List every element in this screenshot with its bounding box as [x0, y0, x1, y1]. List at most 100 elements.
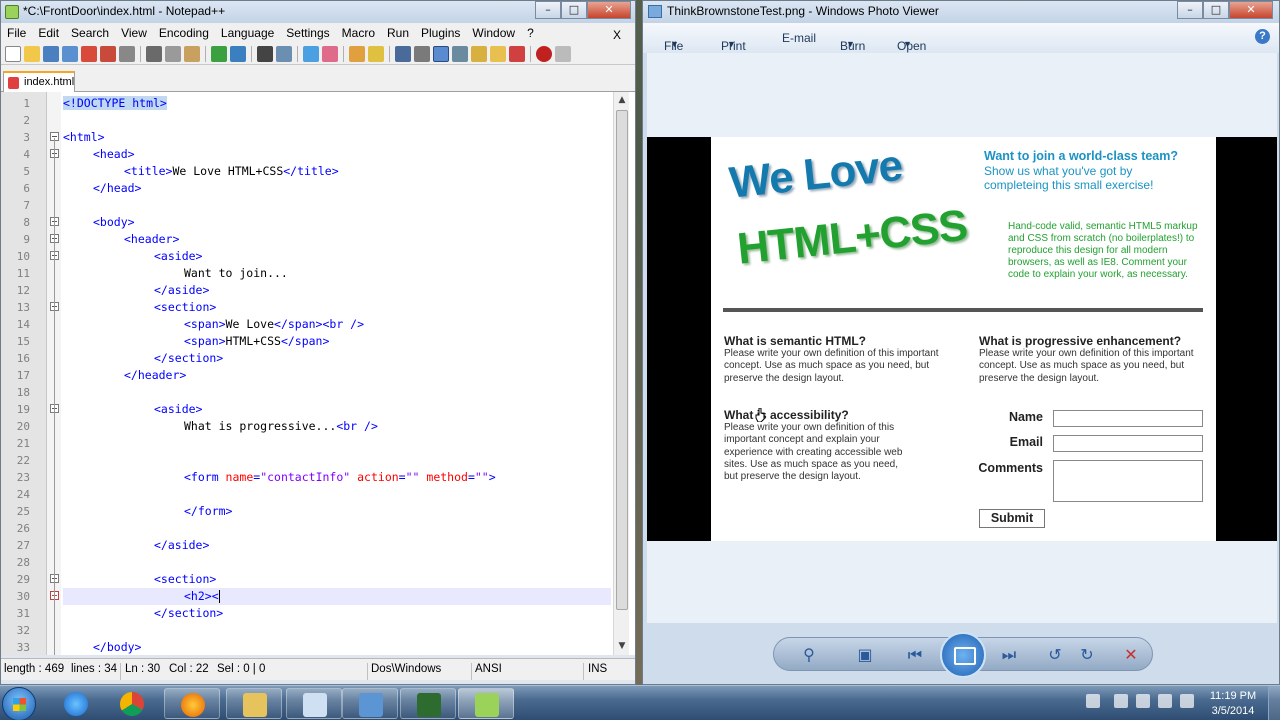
indent-guide-icon[interactable] [433, 45, 449, 62]
sync-vertical-icon[interactable] [349, 45, 365, 62]
taskbar-photo-viewer[interactable] [342, 688, 398, 719]
macro-record-icon[interactable] [509, 45, 525, 62]
tab-index-html[interactable]: index.html [3, 71, 75, 92]
scroll-up-arrow-icon[interactable]: ▲ [617, 95, 627, 105]
taskbar-explorer[interactable] [226, 688, 282, 719]
close-button[interactable]: ✕ [1229, 1, 1273, 19]
taskbar-chrome[interactable] [104, 688, 160, 719]
actual-size-icon[interactable]: ▣ [854, 645, 876, 665]
close-document-button[interactable]: X [607, 25, 627, 43]
function-list-icon[interactable] [471, 45, 487, 62]
folder-workspace-icon[interactable] [490, 45, 506, 62]
menu-edit[interactable]: Edit [32, 23, 65, 43]
cut-icon[interactable] [146, 45, 162, 62]
save-icon[interactable] [43, 45, 59, 62]
help-icon[interactable]: ? [1255, 29, 1270, 44]
menu-macro[interactable]: Macro [336, 23, 381, 43]
minimize-button[interactable]: – [535, 1, 561, 19]
delete-icon[interactable]: ✕ [1120, 645, 1142, 665]
copy-icon[interactable] [165, 45, 181, 62]
line-number: 19 [16, 403, 30, 416]
show-all-chars-icon[interactable] [414, 45, 430, 62]
start-button[interactable] [2, 687, 36, 720]
tray-signal-icon[interactable] [1180, 694, 1194, 708]
line-number: 5 [23, 165, 30, 178]
close-file-icon[interactable] [81, 45, 97, 62]
rotate-clockwise-icon[interactable]: ↻ [1076, 645, 1098, 665]
menu-view[interactable]: View [115, 23, 153, 43]
system-clock[interactable]: 11:19 PM 3/5/2014 [1206, 689, 1260, 719]
vertical-scrollbar[interactable]: ▲ ▼ [613, 92, 629, 655]
tray-battery-icon[interactable] [1158, 694, 1172, 708]
line-number: 2 [23, 114, 30, 127]
code-line-23: <form name="contactInfo" action="" metho… [184, 470, 496, 484]
title-bar[interactable]: *C:\FrontDoor\index.html - Notepad++ – □… [1, 1, 635, 23]
image-viewport[interactable]: We Love HTML+CSS Want to join a world-cl… [647, 53, 1277, 623]
close-all-icon[interactable] [100, 45, 116, 62]
sync-horizontal-icon[interactable] [368, 45, 384, 62]
save-all-icon[interactable] [62, 45, 78, 62]
menu-run[interactable]: Run [381, 23, 415, 43]
scroll-thumb[interactable] [616, 110, 628, 610]
stop-icon[interactable] [555, 45, 571, 62]
tray-network-icon[interactable] [1086, 694, 1100, 708]
code-line-15: <span>HTML+CSS</span> [184, 334, 330, 348]
show-desktop-button[interactable] [1268, 686, 1280, 720]
accessibility-heading: What is accessibility? [724, 408, 849, 422]
print-icon[interactable] [119, 45, 135, 62]
zoom-icon[interactable]: ⚲ [798, 645, 820, 665]
previous-icon[interactable]: ⏮ [904, 645, 926, 665]
find-icon[interactable] [257, 45, 273, 62]
menu-settings[interactable]: Settings [280, 23, 335, 43]
language-icon[interactable] [452, 45, 468, 62]
menu-help[interactable]: ? [521, 23, 540, 43]
menu-encoding[interactable]: Encoding [153, 23, 215, 43]
replace-icon[interactable] [276, 45, 292, 62]
menu-window[interactable]: Window [466, 23, 521, 43]
taskbar-app-window[interactable] [286, 688, 342, 719]
we-love-heading: We Love [727, 140, 905, 208]
menu-language[interactable]: Language [215, 23, 280, 43]
zoom-in-icon[interactable] [303, 45, 319, 62]
menu-search[interactable]: Search [65, 23, 115, 43]
tray-flag-icon[interactable] [1136, 694, 1150, 708]
menu-email[interactable]: E-mail [782, 31, 816, 45]
code-line-10: <aside> [154, 249, 203, 263]
record-icon[interactable] [536, 45, 552, 62]
line-number: 8 [23, 216, 30, 229]
line-number: 27 [16, 539, 30, 552]
minimize-button[interactable]: – [1177, 1, 1203, 19]
code-line-16: </section> [154, 351, 224, 365]
next-icon[interactable]: ⏭ [998, 645, 1020, 665]
new-file-icon[interactable] [5, 45, 21, 62]
code-area[interactable]: <!DOCTYPE html> <html> <head> <title>We … [63, 92, 611, 655]
code-editor[interactable]: 1 2 3 4 5 6 7 8 9 10 11 12 13 14 15 16 17 18 19 20 21 22 23 24 2… [1, 92, 635, 655]
html-css-heading: HTML+CSS [735, 200, 970, 274]
line-number: 17 [16, 369, 30, 382]
menu-plugins[interactable]: Plugins [415, 23, 466, 43]
rotate-counterclockwise-icon[interactable]: ↺ [1044, 645, 1066, 665]
undo-icon[interactable] [211, 45, 227, 62]
scroll-down-arrow-icon[interactable]: ▼ [617, 641, 627, 651]
maximize-button[interactable]: □ [561, 1, 587, 19]
code-line-1: <!DOCTYPE html> [63, 96, 167, 110]
taskbar-firefox[interactable] [164, 688, 220, 719]
menu-file[interactable]: File [1, 23, 32, 43]
open-folder-icon[interactable] [24, 45, 40, 62]
slideshow-button[interactable] [940, 632, 986, 678]
paste-icon[interactable] [184, 45, 200, 62]
zoom-out-icon[interactable] [322, 45, 338, 62]
word-wrap-icon[interactable] [395, 45, 411, 62]
maximize-button[interactable]: □ [1203, 1, 1229, 19]
close-button[interactable]: ✕ [587, 1, 631, 19]
taskbar-internet-explorer[interactable] [48, 688, 104, 719]
taskbar-terminal[interactable] [400, 688, 456, 719]
notepadpp-window[interactable]: *C:\FrontDoor\index.html - Notepad++ – □… [0, 0, 636, 685]
title-bar[interactable]: ThinkBrownstoneTest.png - Windows Photo … [643, 1, 1279, 23]
redo-icon[interactable] [230, 45, 246, 62]
tray-volume-icon[interactable] [1114, 694, 1128, 708]
taskbar-notepadpp[interactable] [458, 688, 514, 719]
dropdown-arrow-icon: ▼ [903, 39, 912, 49]
firefox-icon [181, 693, 205, 717]
photo-viewer-window[interactable]: ThinkBrownstoneTest.png - Windows Photo … [642, 0, 1280, 685]
